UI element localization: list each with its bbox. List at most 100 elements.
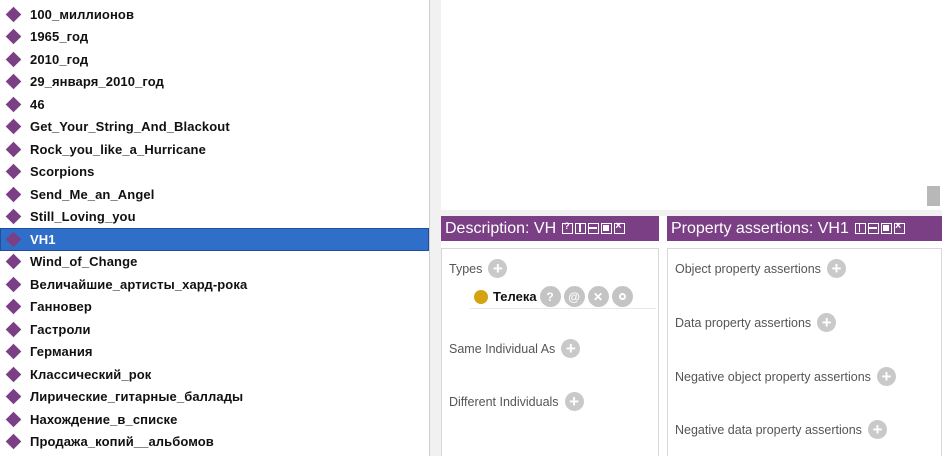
split-vertical-icon[interactable] [575,223,587,234]
different-individuals-section: Different Individuals + [449,392,584,411]
individual-label: Нахождение_в_списке [30,411,178,427]
individual-item[interactable]: 46 [0,93,429,116]
same-individual-label: Same Individual As [449,341,556,356]
individual-label: Величайшие_артисты_хард-рока [30,276,248,292]
add-negative-data-property-button[interactable]: + [867,420,887,439]
add-negative-object-property-button[interactable]: + [876,367,896,386]
maximize-icon[interactable] [601,223,613,234]
negative-object-property-label: Negative object property assertions [675,369,871,384]
class-icon [474,289,488,304]
individual-icon [5,96,22,113]
add-different-individual-button[interactable]: + [564,392,584,411]
individual-item[interactable]: Продажа_копий__альбомов [0,431,429,454]
individual-label: Германия [30,344,93,360]
data-property-label: Data property assertions [675,315,812,330]
data-property-section: Data property assertions + [675,313,837,332]
types-section: Types + [449,259,508,278]
individual-item[interactable]: Лирические_гитарные_баллады [0,386,429,409]
explain-button[interactable]: ? [539,286,561,307]
description-view-title: Description: VH [445,219,557,237]
individual-label: Ганновер [30,299,92,315]
individual-label: VH1 [30,231,56,247]
individuals-list: 100_миллионов 1965_год 2010_год 29_января_2… [0,0,429,453]
maximize-icon[interactable] [880,223,892,234]
individual-icon [5,186,22,203]
types-label: Types [449,261,483,276]
individual-icon [5,276,22,293]
individual-item[interactable]: Rock_you_like_a_Hurricane [0,138,429,161]
property-panel: Object property assertions + Data proper… [667,248,942,456]
individual-item[interactable]: Wind_of_Change [0,251,429,274]
delete-button[interactable]: ✕ [587,286,609,307]
individual-label: Wind_of_Change [30,254,138,270]
add-type-button[interactable]: + [488,259,508,278]
individual-icon [5,366,22,383]
individual-item[interactable]: Ганновер [0,296,429,319]
individual-item[interactable]: Германия [0,341,429,364]
individuals-list-pane: 100_миллионов 1965_год 2010_год 29_января_2… [0,0,430,456]
individual-item[interactable]: Нахождение_в_списке [0,408,429,431]
divider [470,308,656,309]
top-view-area [441,0,942,210]
individual-label: Scorpions [30,164,95,180]
individual-label: Rock_you_like_a_Hurricane [30,141,206,157]
split-horizontal-icon[interactable] [588,223,600,234]
individual-icon [5,51,22,68]
individual-icon [5,73,22,90]
individual-item[interactable]: 29_января_2010_год [0,71,429,94]
individual-icon [5,388,22,405]
individual-icon [5,208,22,225]
individual-item[interactable]: Классический_рок [0,363,429,386]
individual-item[interactable]: Гастроли [0,318,429,341]
individual-label: Классический_рок [30,366,152,382]
negative-object-property-section: Negative object property assertions + [675,367,896,386]
individual-label: 2010_год [30,51,89,67]
individual-icon [5,433,22,450]
close-icon[interactable] [893,220,905,234]
individual-item[interactable]: 100_миллионов [0,3,429,26]
individual-item[interactable]: Send_Me_an_Angel [0,183,429,206]
individual-icon [5,343,22,360]
individual-label: 46 [30,96,45,112]
individual-label: Send_Me_an_Angel [30,186,155,202]
edit-button[interactable] [611,286,633,307]
property-view-header: Property assertions: VH1 [667,216,942,241]
individual-icon [5,298,22,315]
individual-icon [5,321,22,338]
same-individual-section: Same Individual As + [449,339,581,358]
annotate-button[interactable]: @ [563,286,585,307]
add-data-property-button[interactable]: + [817,313,837,332]
individual-label: Продажа_копий__альбомов [30,434,214,450]
individual-label: Гастроли [30,321,91,337]
individual-item[interactable]: Get_Your_String_And_Blackout [0,116,429,139]
individual-icon [5,6,22,23]
individual-label: 100_миллионов [30,6,135,22]
individual-item[interactable]: Scorpions [0,161,429,184]
individual-icon [5,411,22,428]
individual-label: Get_Your_String_And_Blackout [30,119,230,135]
individual-item[interactable]: Величайшие_артисты_хард-рока [0,273,429,296]
individual-label: 29_января_2010_год [30,74,164,90]
split-horizontal-icon[interactable] [867,223,879,234]
individual-label: 1965_год [30,29,89,45]
individual-label: Лирические_гитарные_баллады [30,389,244,405]
individual-icon [5,231,22,248]
different-individuals-label: Different Individuals [449,394,559,409]
object-property-label: Object property assertions [675,261,821,276]
split-vertical-icon[interactable] [854,223,866,234]
individual-item[interactable]: VH1 [0,228,429,251]
type-entry[interactable]: Телека ? @ ✕ [474,286,633,307]
splitter[interactable] [430,0,441,456]
individual-item[interactable]: Still_Loving_you [0,206,429,229]
add-same-individual-button[interactable]: + [561,339,581,358]
help-icon[interactable] [562,221,574,234]
scrollbar-thumb[interactable] [927,186,940,206]
add-object-property-button[interactable]: + [826,259,846,278]
individual-label: Still_Loving_you [30,209,136,225]
individual-icon [5,253,22,270]
close-icon[interactable] [614,220,626,234]
individual-item[interactable]: 1965_год [0,26,429,49]
individual-item[interactable]: 2010_год [0,48,429,71]
property-view-title: Property assertions: VH1 [671,219,849,237]
negative-data-property-section: Negative data property assertions + [675,420,887,439]
